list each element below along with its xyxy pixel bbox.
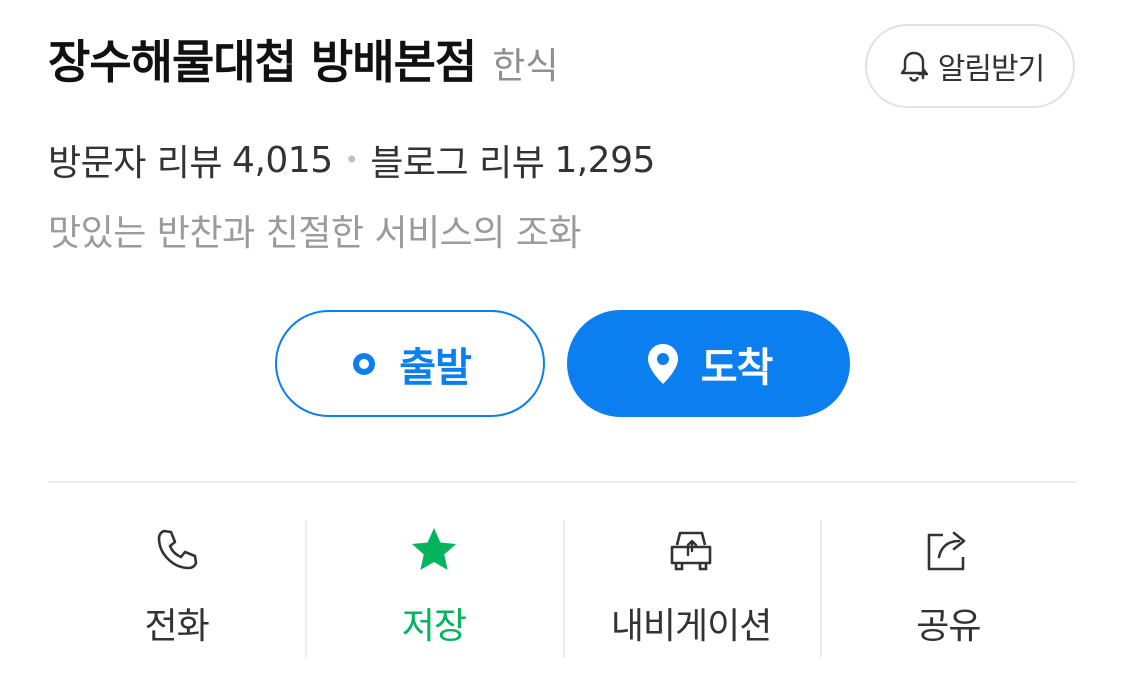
divider <box>48 481 1077 483</box>
title-row: 장수해물대첩 방배본점 한식 <box>48 26 558 92</box>
alarm-button[interactable]: 알림받기 <box>865 24 1075 108</box>
depart-button[interactable]: 출발 <box>275 310 545 417</box>
review-separator: • <box>344 146 359 174</box>
save-label: 저장 <box>401 606 467 647</box>
place-category: 한식 <box>492 46 559 87</box>
alarm-label: 알림받기 <box>937 52 1045 87</box>
place-name: 장수해물대첩 방배본점 <box>48 35 477 89</box>
star-icon <box>411 528 456 570</box>
action-bar: 전화 저장 내비게이션 공유 <box>48 520 1077 658</box>
blog-review-count[interactable]: 1,295 <box>554 140 655 181</box>
call-label: 전화 <box>144 606 210 647</box>
share-button[interactable]: 공유 <box>819 520 1077 658</box>
review-summary: 방문자 리뷰 4,015 • 블로그 리뷰 1,295 <box>48 134 655 186</box>
blog-review-label[interactable]: 블로그 리뷰 <box>370 134 545 186</box>
share-icon <box>928 531 966 571</box>
navigation-label: 내비게이션 <box>610 606 773 647</box>
arrive-button[interactable]: 도착 <box>567 310 850 417</box>
visitor-review-label[interactable]: 방문자 리뷰 <box>48 134 223 186</box>
car-icon <box>670 531 712 571</box>
place-description: 맛있는 반찬과 친절한 서비스의 조화 <box>48 213 582 254</box>
depart-label: 출발 <box>399 344 472 391</box>
call-button[interactable]: 전화 <box>48 520 305 658</box>
share-label: 공유 <box>916 606 981 647</box>
navigation-button[interactable]: 내비게이션 <box>562 520 820 658</box>
location-pin-icon <box>647 343 678 384</box>
visitor-review-count[interactable]: 4,015 <box>232 140 333 181</box>
save-button[interactable]: 저장 <box>305 520 562 658</box>
phone-icon <box>157 529 197 570</box>
arrive-label: 도착 <box>700 344 774 391</box>
origin-dot-icon <box>353 352 376 375</box>
bell-plus-icon <box>900 51 928 82</box>
